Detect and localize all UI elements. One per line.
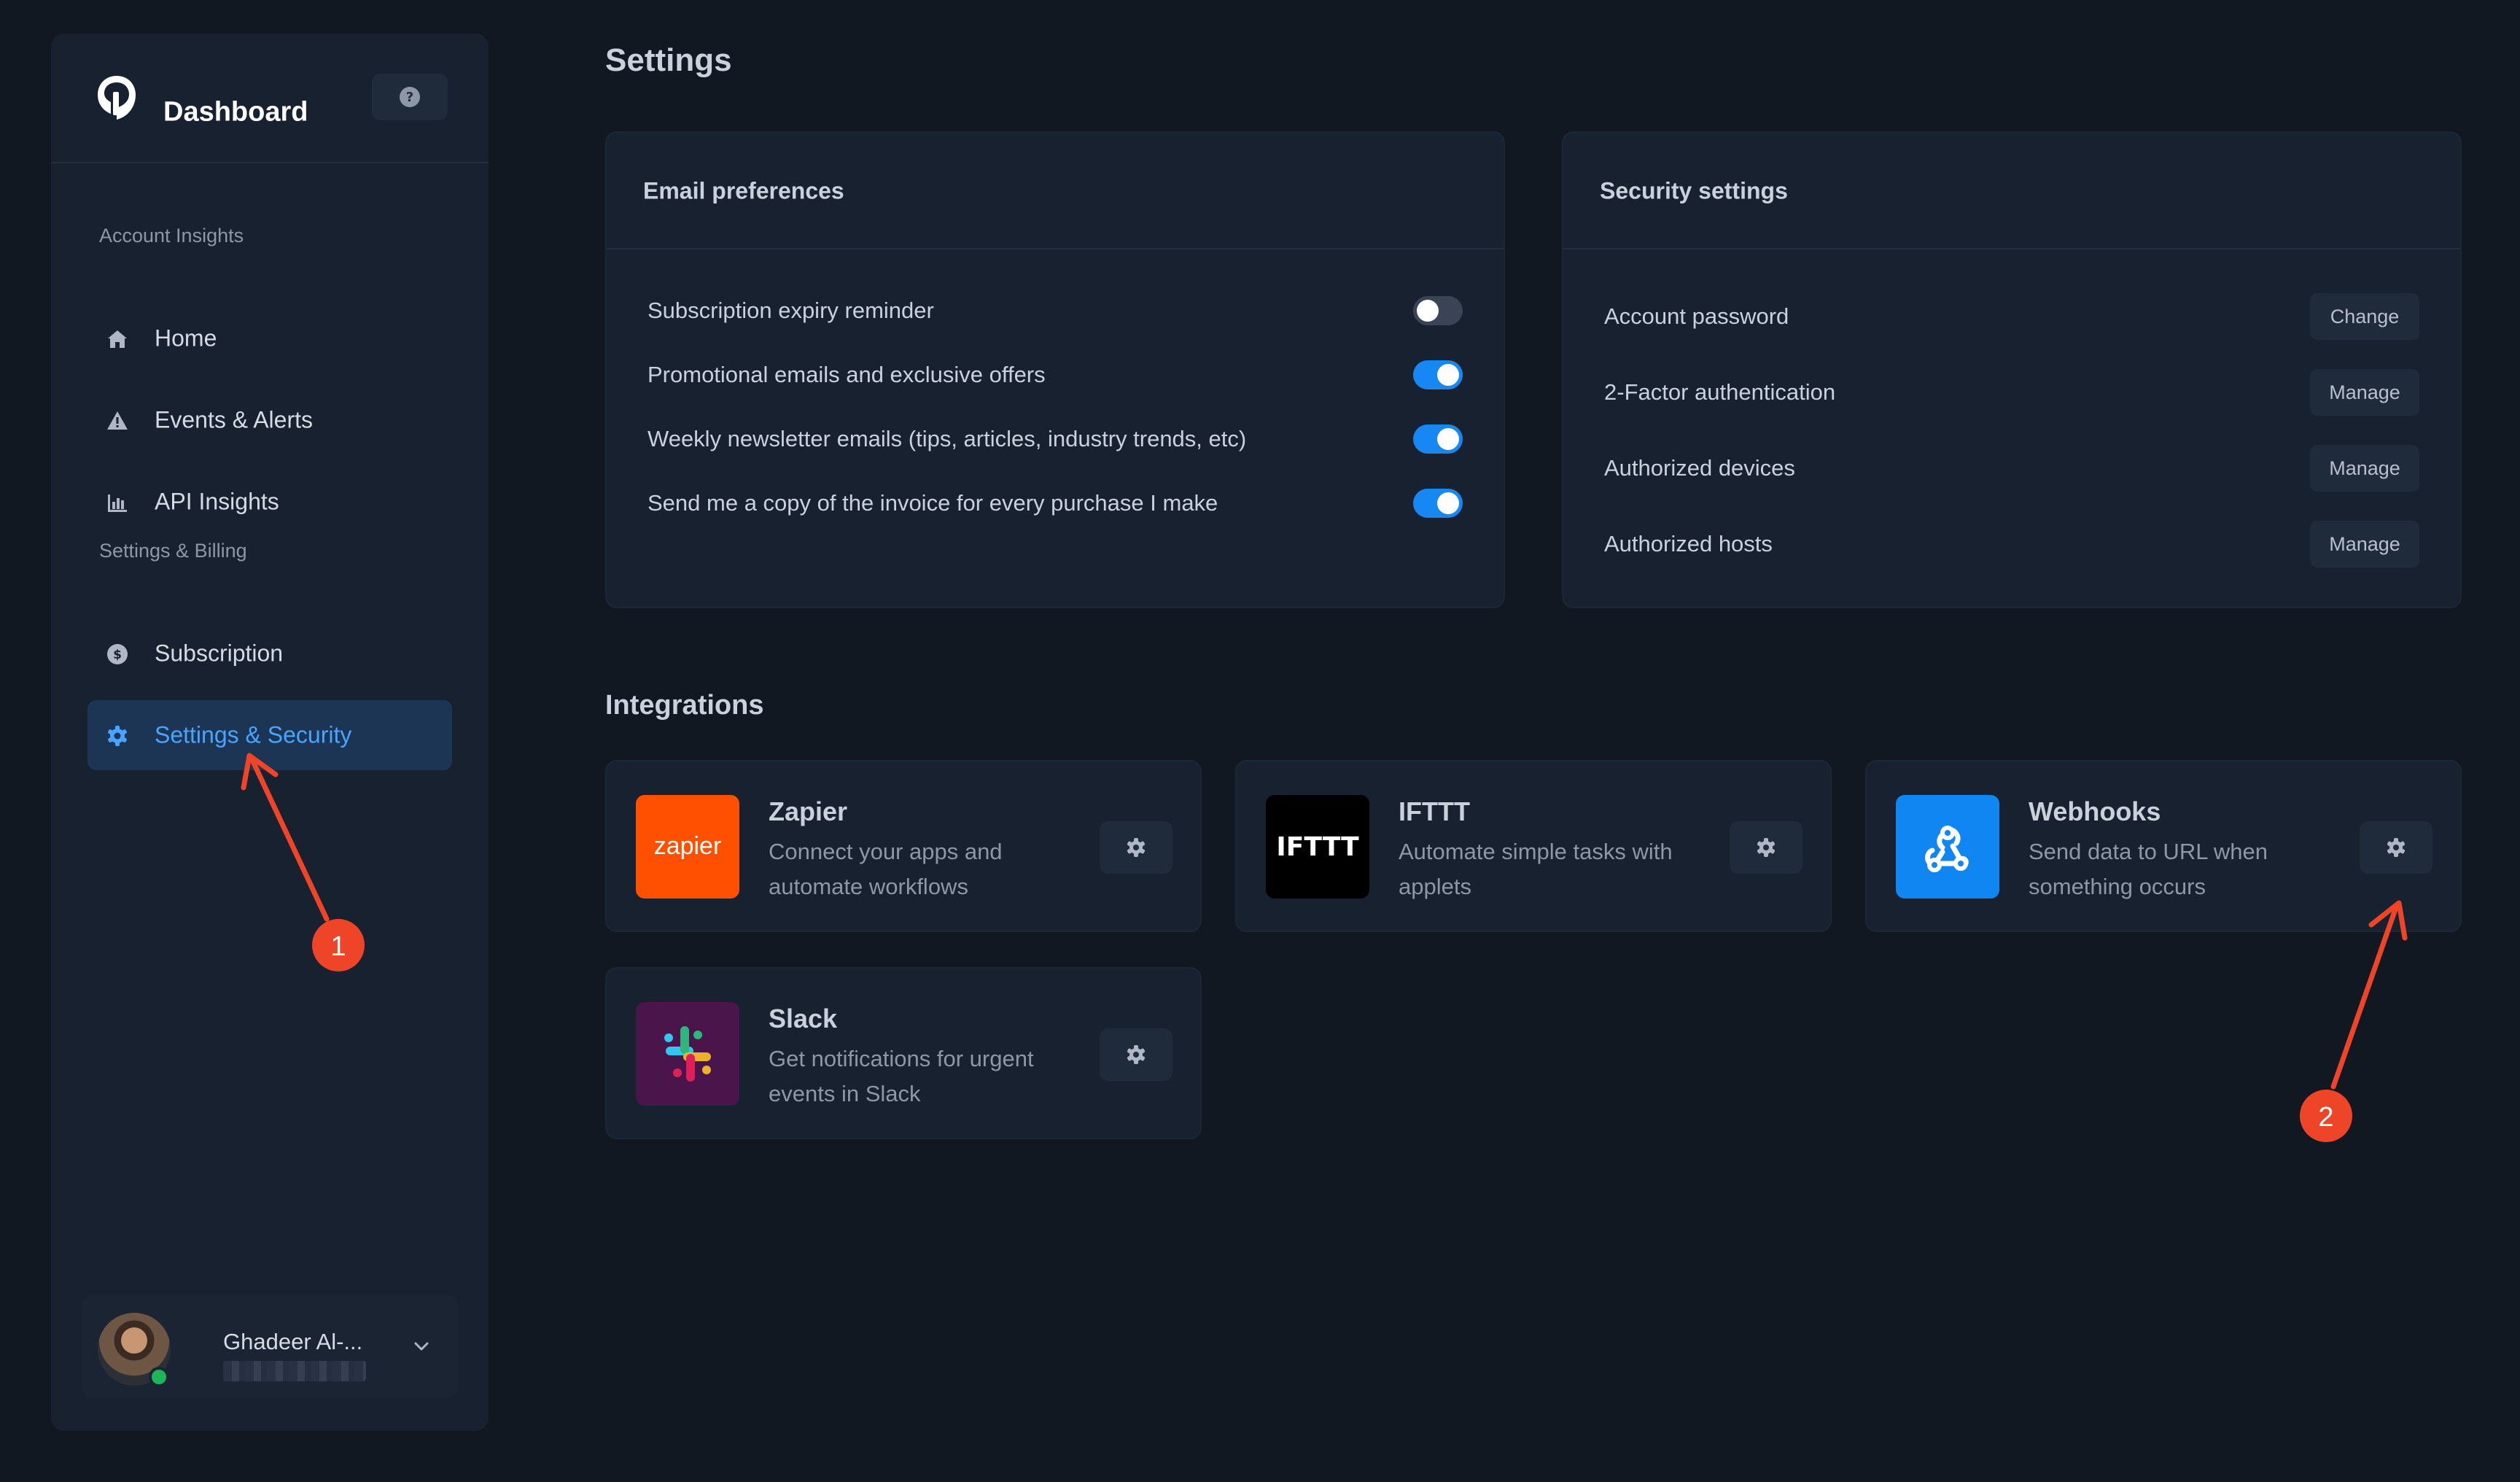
app-root: Dashboard ? Account Insights Home Events… bbox=[0, 0, 2520, 1482]
annotation-arrow-2: 2 bbox=[2300, 900, 2408, 1142]
annotation-number: 1 bbox=[330, 931, 346, 962]
annotation-arrow-1: 1 bbox=[241, 753, 365, 971]
annotation-overlay: 1 2 bbox=[241, 753, 2408, 1142]
annotation-number: 2 bbox=[2318, 1102, 2333, 1133]
